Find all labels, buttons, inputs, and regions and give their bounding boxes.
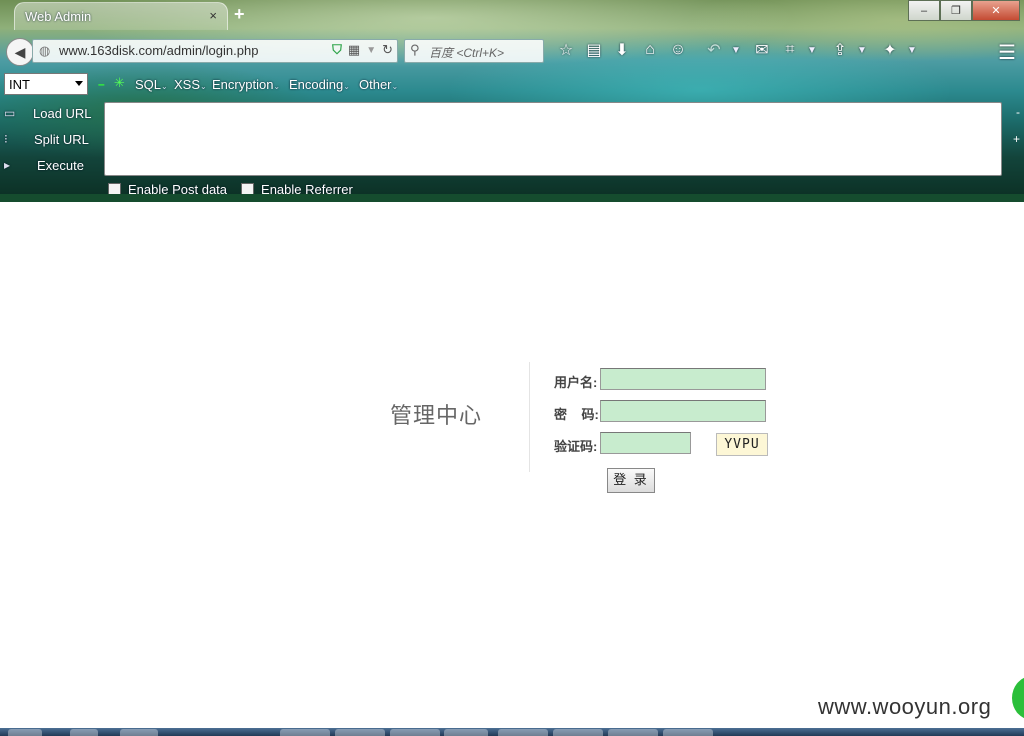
download-icon[interactable]: ⬇	[608, 38, 636, 62]
back-arrow-icon: ◀	[14, 43, 26, 60]
taskbar-app-icon[interactable]	[444, 729, 488, 736]
url-text[interactable]: www.163disk.com/admin/login.php	[59, 43, 258, 58]
search-input[interactable]: ⚲ 百度 <Ctrl+K>	[404, 39, 544, 63]
captcha-field[interactable]	[600, 432, 691, 454]
watermark-text: www.wooyun.org	[818, 694, 992, 719]
smiley-icon[interactable]: ☺	[664, 38, 692, 62]
grow-textarea-button[interactable]: +	[1013, 132, 1020, 146]
tab-web-admin[interactable]: Web Admin ×	[14, 2, 228, 30]
shield-icon[interactable]: ⛉	[332, 42, 342, 58]
star-icon[interactable]: ✳	[114, 75, 125, 91]
bookmark-star-icon[interactable]: ☆	[552, 38, 580, 62]
hackbar-url-textarea[interactable]	[104, 102, 1002, 176]
taskbar-app-icon[interactable]	[335, 729, 385, 736]
undo-icon[interactable]: ↶	[700, 38, 728, 62]
caret-icon: ⌄	[161, 82, 168, 91]
tab-title: Web Admin	[25, 9, 92, 24]
chrome-divider	[0, 194, 1024, 202]
login-button[interactable]: 登 录	[607, 468, 655, 493]
shrink-textarea-button[interactable]: -	[1016, 105, 1020, 119]
minimize-button[interactable]: –	[908, 0, 940, 21]
hackbar-menu-encoding[interactable]: Encoding⌄	[289, 77, 350, 92]
home-icon[interactable]: ⌂	[636, 38, 664, 62]
taskbar-app-icon[interactable]	[663, 729, 713, 736]
taskbar-start-icon[interactable]	[8, 729, 42, 736]
crop-icon[interactable]: ⌗	[776, 38, 804, 62]
reload-icon[interactable]: ↻	[382, 42, 393, 58]
window-controls: – ❐ ✕	[908, 0, 1020, 21]
hackbar-menu-xss[interactable]: XSS⌄	[174, 77, 207, 92]
tab-close-icon[interactable]: ×	[209, 8, 217, 23]
taskbar-app-icon[interactable]	[390, 729, 440, 736]
hackbar-select-value: INT	[9, 77, 30, 92]
page-title: 管理中心	[390, 403, 483, 428]
load-url-icon: ▭	[4, 106, 16, 120]
maximize-button[interactable]: ❐	[940, 0, 972, 21]
split-url-label: Split URL	[34, 132, 89, 147]
taskbar-app-icon[interactable]	[120, 729, 158, 736]
taskbar-app-icon[interactable]	[608, 729, 658, 736]
password-field[interactable]	[600, 400, 766, 422]
hackbar-toolbar: INT – ✳ SQL⌄ XSS⌄ Encryption⌄ Encoding⌄ …	[0, 72, 1024, 98]
floating-widget-icon[interactable]	[1012, 676, 1024, 720]
hamburger-menu-icon[interactable]: ☰	[998, 40, 1016, 65]
load-url-button[interactable]: ▭ Load URL	[0, 102, 100, 128]
taskbar-app-icon[interactable]	[553, 729, 603, 736]
split-url-icon: ⁝	[4, 132, 8, 146]
hackbar-menu-other[interactable]: Other⌄	[359, 77, 398, 92]
chat-icon[interactable]: ✉	[748, 38, 776, 62]
taskbar-app-icon[interactable]	[280, 729, 330, 736]
extension-dropdown-icon[interactable]: ▼	[904, 38, 920, 62]
qr-code-icon[interactable]: ▦	[348, 42, 360, 58]
navigation-bar: ◀ ◍ www.163disk.com/admin/login.php ⛉ ▦ …	[0, 34, 1024, 66]
vertical-divider	[529, 362, 530, 472]
hackbar-menu-sql[interactable]: SQL⌄	[135, 77, 168, 92]
globe-icon: ◍	[39, 43, 51, 58]
address-bar[interactable]: ◍ www.163disk.com/admin/login.php ⛉ ▦ ▼ …	[32, 39, 398, 63]
captcha-image[interactable]: YVPU	[716, 433, 768, 456]
execute-button[interactable]: ▸ Execute	[0, 154, 100, 180]
search-icon: ⚲	[410, 42, 420, 57]
captcha-row: 验证码:	[554, 432, 694, 454]
crop-dropdown-icon[interactable]: ▼	[804, 38, 820, 62]
taskbar-app-icon[interactable]	[70, 729, 98, 736]
taskbar-app-icon[interactable]	[498, 729, 548, 736]
caret-icon: ⌄	[391, 82, 399, 91]
hackbar-type-select[interactable]: INT	[4, 73, 88, 95]
caret-icon: ⌄	[273, 82, 281, 91]
username-label: 用户名:	[554, 375, 598, 390]
caret-icon: ⌄	[343, 82, 350, 91]
dropdown-arrow-icon[interactable]: ▼	[366, 42, 376, 58]
captcha-label: 验证码:	[554, 439, 598, 454]
close-button[interactable]: ✕	[972, 0, 1020, 21]
password-label: 密 码:	[554, 407, 599, 422]
new-tab-button[interactable]: +	[234, 4, 245, 25]
load-url-label: Load URL	[33, 106, 92, 121]
undo-dropdown-icon[interactable]: ▼	[728, 38, 744, 62]
address-bar-icons: ⛉ ▦ ▼ ↻	[332, 42, 393, 58]
toolbar-icons: ☆ ▤ ⬇ ⌂ ☺ ↶ ▼ ✉ ⌗ ▼ ⇪ ▼ ✦ ▼	[552, 38, 920, 62]
extension-icon[interactable]: ✦	[876, 38, 904, 62]
search-placeholder: 百度 <Ctrl+K>	[429, 46, 505, 60]
password-row: 密 码:	[554, 400, 768, 422]
username-field[interactable]	[600, 368, 766, 390]
play-icon: ▸	[4, 158, 11, 172]
execute-label: Execute	[37, 158, 84, 173]
select-arrow-icon	[75, 81, 83, 86]
caret-icon: ⌄	[200, 82, 207, 91]
upload-icon[interactable]: ⇪	[826, 38, 854, 62]
browser-chrome: Web Admin × + – ❐ ✕ ◀ ◍ www.163disk.com/…	[0, 0, 1024, 202]
username-row: 用户名:	[554, 368, 768, 390]
reading-list-icon[interactable]: ▤	[580, 38, 608, 62]
split-url-button[interactable]: ⁝ Split URL	[0, 128, 100, 154]
upload-dropdown-icon[interactable]: ▼	[854, 38, 870, 62]
back-button[interactable]: ◀	[6, 38, 34, 66]
hackbar-side-panel: ▭ Load URL ⁝ Split URL ▸ Execute	[0, 102, 100, 180]
decrease-icon[interactable]: –	[98, 77, 105, 91]
hackbar-menu-encryption[interactable]: Encryption⌄	[212, 77, 280, 92]
